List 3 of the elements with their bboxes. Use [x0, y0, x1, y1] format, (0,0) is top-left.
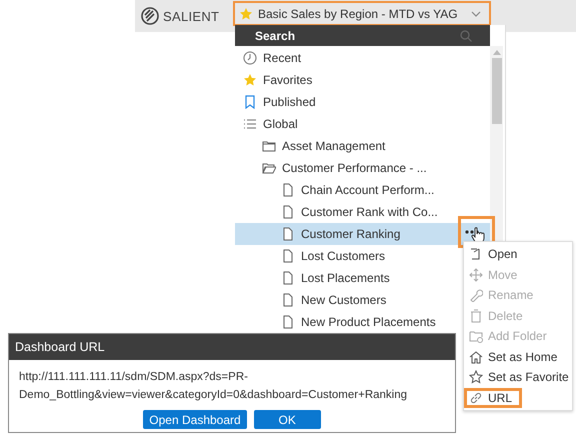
url-text: http://111.111.111.11/sdm/SDM.aspx?ds=PR-Demo_Bottling&view=viewer&categoryId=0&dashboard=Customer+Ranking	[18, 370, 408, 403]
logo-text: SALIENT	[163, 8, 220, 24]
dialog-title: Dashboard URL	[9, 334, 455, 360]
